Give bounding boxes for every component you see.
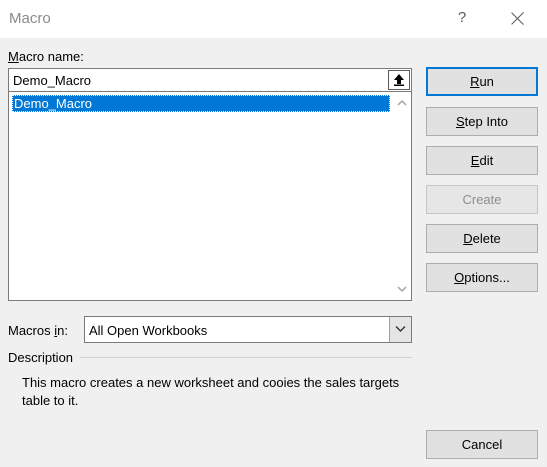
help-icon[interactable]: ? bbox=[452, 7, 472, 29]
description-label: Description bbox=[8, 350, 74, 365]
window-title: Macro bbox=[9, 10, 51, 27]
create-button[interactable]: Create bbox=[426, 185, 538, 214]
list-scrollbar[interactable] bbox=[393, 92, 411, 300]
chevron-down-icon bbox=[395, 326, 406, 332]
edit-button[interactable]: Edit bbox=[426, 146, 538, 175]
close-icon[interactable] bbox=[506, 7, 530, 29]
macro-name-input[interactable] bbox=[9, 69, 385, 91]
macro-dialog: Macro ? Macro name: Demo_Macro Macros in… bbox=[0, 0, 547, 467]
run-button[interactable]: Run bbox=[426, 67, 538, 96]
macros-in-select[interactable]: All Open Workbooks bbox=[84, 316, 412, 343]
cancel-button[interactable]: Cancel bbox=[426, 430, 538, 459]
macro-name-label: Macro name: bbox=[8, 49, 84, 64]
step-into-button[interactable]: Step Into bbox=[426, 107, 538, 136]
options-button[interactable]: Options... bbox=[426, 263, 538, 292]
list-item[interactable]: Demo_Macro bbox=[12, 95, 390, 112]
delete-button[interactable]: Delete bbox=[426, 224, 538, 253]
macros-in-label: Macros in: bbox=[8, 323, 68, 338]
chevron-up-icon[interactable] bbox=[397, 98, 407, 108]
macros-in-value: All Open Workbooks bbox=[89, 323, 208, 338]
macro-name-field-wrapper bbox=[8, 68, 412, 92]
chevron-down-icon[interactable] bbox=[397, 284, 407, 294]
collapse-button[interactable] bbox=[388, 70, 410, 90]
description-text: This macro creates a new worksheet and c… bbox=[22, 375, 400, 408]
title-bar: Macro ? bbox=[0, 0, 547, 38]
dropdown-button[interactable] bbox=[389, 317, 411, 342]
description-divider bbox=[80, 357, 412, 358]
upload-arrow-icon bbox=[394, 74, 404, 86]
macro-list[interactable]: Demo_Macro bbox=[8, 92, 412, 301]
